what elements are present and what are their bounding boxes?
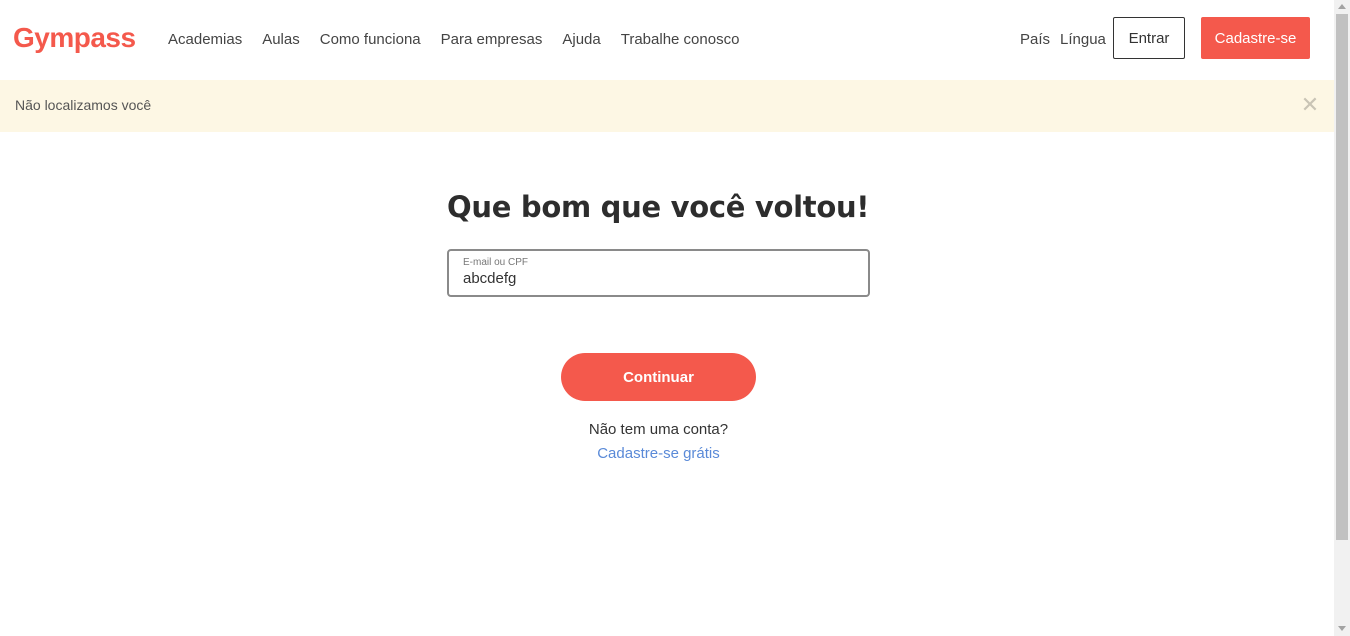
nav-aulas[interactable]: Aulas — [262, 31, 300, 48]
country-selector[interactable]: País — [1020, 31, 1050, 48]
vertical-scrollbar[interactable] — [1334, 0, 1350, 636]
nav-ajuda[interactable]: Ajuda — [562, 31, 600, 48]
gympass-logo[interactable]: Gympass — [13, 22, 136, 54]
continue-button[interactable]: Continuar — [561, 353, 756, 401]
location-notice: Não localizamos você ✕ — [0, 80, 1334, 132]
main-nav: Academias Aulas Como funciona Para empre… — [168, 31, 739, 48]
login-button[interactable]: Entrar — [1113, 17, 1185, 59]
email-cpf-field[interactable]: E-mail ou CPF — [447, 249, 870, 297]
top-header: Gympass Academias Aulas Como funciona Pa… — [0, 0, 1334, 80]
signup-free-link[interactable]: Cadastre-se grátis — [447, 445, 870, 462]
scroll-up-arrow-icon[interactable] — [1338, 4, 1346, 9]
email-cpf-input[interactable] — [463, 270, 853, 287]
scroll-down-arrow-icon[interactable] — [1338, 626, 1346, 631]
nav-academias[interactable]: Academias — [168, 31, 242, 48]
email-cpf-label: E-mail ou CPF — [463, 257, 529, 268]
scroll-thumb[interactable] — [1336, 14, 1348, 540]
nav-trabalhe-conosco[interactable]: Trabalhe conosco — [621, 31, 740, 48]
no-account-text: Não tem uma conta? — [588, 421, 729, 438]
locale-links: País Língua — [1020, 31, 1106, 48]
nav-como-funciona[interactable]: Como funciona — [320, 31, 421, 48]
close-icon[interactable]: ✕ — [1300, 94, 1320, 116]
signup-button[interactable]: Cadastre-se — [1201, 17, 1310, 59]
page: Gympass Academias Aulas Como funciona Pa… — [0, 0, 1334, 636]
notice-text: Não localizamos você — [15, 97, 152, 113]
page-title: Que bom que você voltou! — [447, 190, 870, 224]
nav-para-empresas[interactable]: Para empresas — [441, 31, 543, 48]
language-selector[interactable]: Língua — [1060, 31, 1106, 48]
